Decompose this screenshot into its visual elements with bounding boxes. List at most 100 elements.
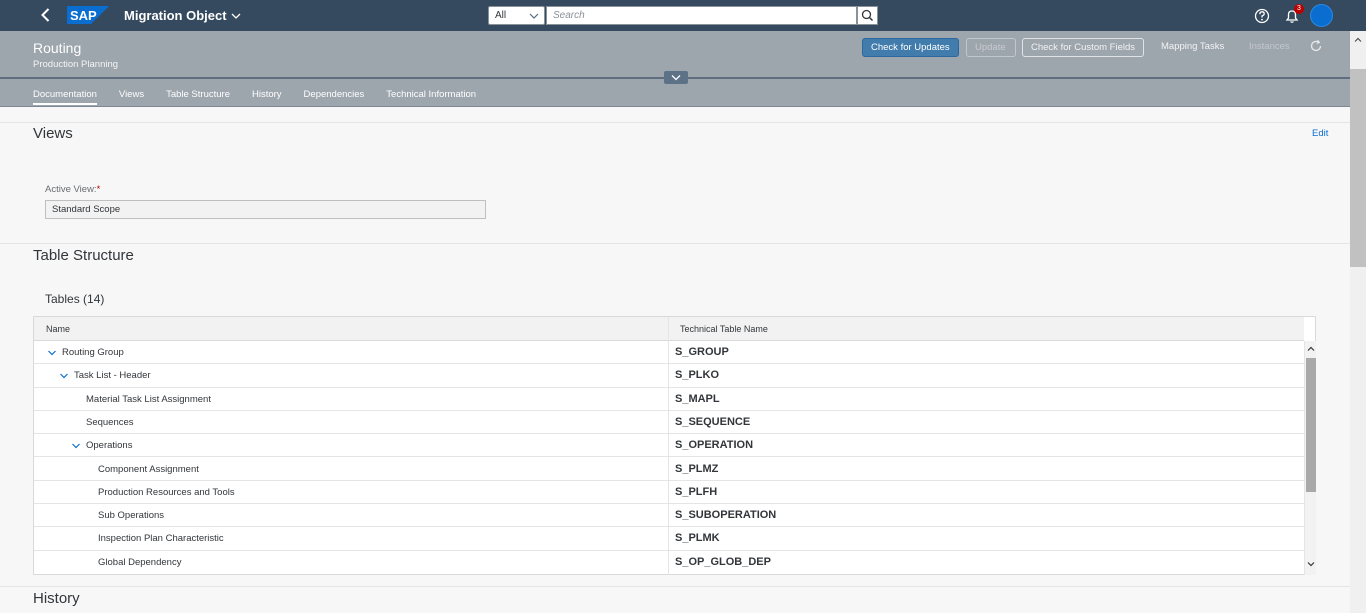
avatar[interactable] xyxy=(1310,4,1333,27)
sap-logo: SAP xyxy=(67,6,109,24)
row-technical-name: S_PLMK xyxy=(675,532,720,545)
page-content: Views Edit Active View:* Standard Scope … xyxy=(0,107,1350,613)
row-name-cell: Sequences xyxy=(86,411,134,434)
check-custom-fields-button[interactable]: Check for Custom Fields xyxy=(1022,38,1145,57)
table-row[interactable]: Operations S_OPERATION xyxy=(34,434,1304,458)
row-technical-name: S_PLMZ xyxy=(675,462,719,475)
chevron-down-icon[interactable] xyxy=(58,370,70,382)
tab-documentation[interactable]: Documentation xyxy=(33,82,97,106)
search-button[interactable] xyxy=(857,6,878,25)
search-scope-select[interactable]: All xyxy=(488,6,545,25)
tab-views[interactable]: Views xyxy=(119,82,144,106)
app-title-menu[interactable]: Migration Object xyxy=(124,8,241,23)
help-icon xyxy=(1254,8,1270,24)
mapping-tasks-button[interactable]: Mapping Tasks xyxy=(1153,38,1232,57)
back-button[interactable] xyxy=(36,5,56,25)
search-placeholder: Search xyxy=(553,10,585,21)
chevron-down-icon xyxy=(529,13,539,19)
chevron-up-icon[interactable] xyxy=(1307,345,1315,353)
app-title: Migration Object xyxy=(124,8,227,23)
edit-link[interactable]: Edit xyxy=(1312,128,1328,139)
row-name-cell: Routing Group xyxy=(46,341,124,364)
row-technical-name: S_PLKO xyxy=(675,369,720,382)
row-name: Sequences xyxy=(86,416,134,428)
refresh-icon xyxy=(1310,39,1322,52)
tab-dependencies[interactable]: Dependencies xyxy=(304,82,365,106)
table-row[interactable]: Sub Operations S_SUBOPERATION xyxy=(34,504,1304,528)
row-technical-name: S_SEQUENCE xyxy=(675,415,751,428)
table-scrollbar-thumb[interactable] xyxy=(1306,358,1316,492)
row-name-cell: Inspection Plan Characteristic xyxy=(98,527,224,550)
table-row[interactable]: Task List - Header S_PLKO xyxy=(34,364,1304,388)
section-separator xyxy=(0,243,1350,244)
row-name-cell: Task List - Header xyxy=(58,364,151,387)
column-header-name[interactable]: Name xyxy=(46,317,70,341)
row-name: Component Assignment xyxy=(98,463,199,475)
row-name-cell: Material Task List Assignment xyxy=(86,388,211,411)
chevron-down-icon[interactable] xyxy=(70,440,82,452)
row-name: Sub Operations xyxy=(98,510,165,522)
row-technical-name: S_PLFH xyxy=(675,485,718,498)
search-input[interactable]: Search xyxy=(546,6,857,25)
row-name-cell: Component Assignment xyxy=(98,458,199,481)
required-marker: * xyxy=(96,184,101,195)
tab-table-structure[interactable]: Table Structure xyxy=(166,82,230,106)
tables-count-title: Tables (14) xyxy=(45,292,105,306)
object-header: Routing Production Planning Check for Up… xyxy=(0,31,1350,107)
row-name: Inspection Plan Characteristic xyxy=(98,533,224,545)
column-header-technical-table-name[interactable]: Technical Table Name xyxy=(680,317,768,341)
search-scope-value: All xyxy=(495,10,507,21)
shell-bar: SAP Migration Object All Search 3 xyxy=(0,0,1366,31)
table-row[interactable]: Global Dependency S_OP_GLOB_DEP xyxy=(34,551,1304,574)
check-for-updates-button[interactable]: Check for Updates xyxy=(862,38,959,57)
table-row[interactable]: Component Assignment S_PLMZ xyxy=(34,458,1304,481)
page-scrollbar-thumb[interactable] xyxy=(1350,69,1366,267)
logo-text: SAP xyxy=(70,8,97,23)
chevron-down-icon xyxy=(231,13,241,19)
row-name-cell: Operations xyxy=(70,434,132,457)
notification-badge: 3 xyxy=(1294,4,1304,14)
row-name: Production Resources and Tools xyxy=(98,486,235,498)
table-row[interactable]: Routing Group S_GROUP xyxy=(34,341,1304,365)
table-structure-section-title: Table Structure xyxy=(33,247,134,264)
row-technical-name: S_MAPL xyxy=(675,392,720,405)
page-scrollbar[interactable] xyxy=(1350,31,1366,613)
table-row[interactable]: Production Resources and Tools S_PLFH xyxy=(34,481,1304,505)
row-name: Task List - Header xyxy=(74,370,151,382)
section-tabs: Documentation Views Table Structure Hist… xyxy=(0,82,1350,106)
table-header: Name Technical Table Name xyxy=(34,317,1304,341)
chevron-left-icon xyxy=(41,8,50,22)
page-subtitle: Production Planning xyxy=(33,59,119,70)
update-button[interactable]: Update xyxy=(966,38,1016,57)
chevron-down-icon[interactable] xyxy=(1307,560,1315,568)
section-separator xyxy=(0,586,1350,587)
row-technical-name: S_GROUP xyxy=(675,346,729,358)
page-title: Routing xyxy=(33,40,82,56)
active-view-field[interactable]: Standard Scope xyxy=(45,200,486,219)
chevron-down-icon[interactable] xyxy=(46,347,58,359)
row-name: Global Dependency xyxy=(98,556,182,568)
table-row[interactable]: Sequences S_SEQUENCE xyxy=(34,411,1304,435)
tab-history[interactable]: History xyxy=(252,82,282,106)
row-name: Routing Group xyxy=(62,347,124,358)
history-section-title: History xyxy=(33,590,80,607)
chevron-up-icon[interactable] xyxy=(1354,36,1362,44)
section-separator xyxy=(0,122,1350,123)
active-view-label: Active View:* xyxy=(45,184,100,195)
row-name: Material Task List Assignment xyxy=(86,393,211,405)
active-view-label-text: Active View: xyxy=(45,184,97,195)
tables-tree-table: Name Technical Table Name Routing Group … xyxy=(33,316,1316,575)
row-name-cell: Sub Operations xyxy=(98,504,164,527)
row-name: Operations xyxy=(86,440,133,452)
refresh-button[interactable] xyxy=(1309,39,1323,53)
row-technical-name: S_OPERATION xyxy=(675,439,754,452)
instances-button[interactable]: Instances xyxy=(1241,38,1298,57)
row-technical-name: S_SUBOPERATION xyxy=(675,509,777,522)
table-row[interactable]: Material Task List Assignment S_MAPL xyxy=(34,388,1304,411)
table-scrollbar[interactable] xyxy=(1304,341,1316,575)
table-row[interactable]: Inspection Plan Characteristic S_PLMK xyxy=(34,527,1304,551)
row-name-cell: Global Dependency xyxy=(98,551,181,574)
tab-technical-information[interactable]: Technical Information xyxy=(386,82,476,106)
help-button[interactable] xyxy=(1252,6,1272,26)
views-section-title: Views xyxy=(33,125,73,142)
